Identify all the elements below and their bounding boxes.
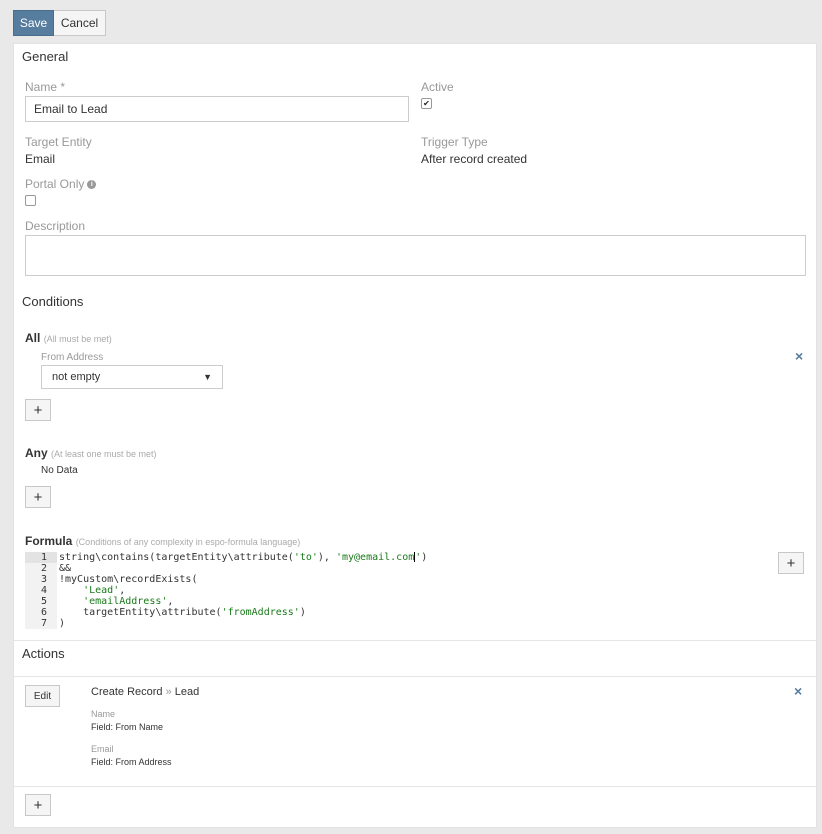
code-text: && [59, 563, 72, 574]
code-text: targetEntity\attribute('fromAddress') [59, 607, 306, 618]
trigger-type-label: Trigger Type [421, 135, 488, 149]
line-number: 4 [25, 585, 57, 596]
code-line: 1 string\contains(targetEntity\attribute(… [25, 552, 745, 563]
target-entity-label: Target Entity [25, 135, 92, 149]
code-line: 5 'emailAddress', [25, 596, 745, 607]
line-number: 3 [25, 574, 57, 585]
formula-header: Formula (Conditions of any complexity in… [25, 534, 300, 548]
action-field2-label: Email [91, 744, 114, 754]
line-number: 7 [25, 618, 57, 629]
general-title: General [22, 49, 69, 64]
action-type-label: Create Record [91, 686, 163, 698]
any-group-title: Any [25, 446, 48, 460]
name-field[interactable]: Email to Lead [25, 96, 409, 122]
description-label: Description [25, 219, 86, 233]
action-field1-label: Name [91, 709, 116, 719]
remove-condition-icon[interactable]: × [795, 348, 803, 364]
code-line: 6 targetEntity\attribute('fromAddress') [25, 607, 745, 618]
add-any-condition-button[interactable]: + [25, 486, 51, 508]
add-formula-function-button[interactable]: + [778, 552, 804, 574]
divider [14, 640, 818, 641]
action-separator: » [165, 686, 172, 698]
remove-action-icon[interactable]: × [794, 683, 802, 699]
chevron-down-icon: ▼ [203, 372, 212, 382]
add-action-button[interactable]: + [25, 794, 51, 816]
code-text: string\contains(targetEntity\attribute('… [59, 552, 428, 563]
portal-only-label: Portal Only i [25, 177, 97, 191]
portal-only-checkbox[interactable] [25, 195, 36, 206]
code-text: 'emailAddress', [83, 596, 174, 607]
description-textarea[interactable] [25, 235, 806, 276]
all-group-header: All (All must be met) [25, 331, 112, 345]
name-label: Name * [25, 80, 66, 94]
edit-action-button[interactable]: Edit [25, 685, 60, 707]
formula-hint: (Conditions of any complexity in espo-fo… [75, 537, 301, 547]
code-text: 'Lead', [83, 585, 126, 596]
action-entity-label: Lead [174, 686, 200, 698]
code-text: !myCustom\recordExists( [59, 574, 198, 585]
any-no-data: No Data [41, 465, 78, 476]
conditions-title: Conditions [22, 294, 84, 309]
code-line: 3 !myCustom\recordExists( [25, 574, 745, 585]
info-icon[interactable]: i [87, 179, 97, 189]
line-number: 1 [25, 552, 57, 563]
formula-title: Formula [25, 534, 73, 548]
active-label: Active [421, 80, 454, 94]
formula-code-editor[interactable]: 1 string\contains(targetEntity\attribute(… [25, 552, 745, 630]
line-number: 2 [25, 563, 57, 574]
action-field2-value: Field: From Address [91, 757, 172, 767]
divider [14, 676, 818, 677]
trigger-type-value: After record created [421, 152, 528, 166]
code-line: 7) [25, 618, 745, 629]
line-number: 5 [25, 596, 57, 607]
add-all-condition-button[interactable]: + [25, 399, 51, 421]
operator-selected-value: not empty [52, 371, 101, 383]
any-group-header: Any (At least one must be met) [25, 446, 157, 460]
action-title: Create Record » Lead [91, 686, 199, 698]
code-line: 2 && [25, 563, 745, 574]
workflow-panel: General Name * Email to Lead Active ✔ Ta… [13, 43, 818, 828]
portal-only-label-text: Portal Only [25, 177, 85, 191]
from-address-label: From Address [41, 352, 104, 363]
divider [14, 786, 818, 787]
toolbar: Save Cancel [13, 10, 106, 36]
actions-title: Actions [22, 646, 65, 661]
active-checkbox[interactable]: ✔ [421, 98, 432, 109]
any-group-hint: (At least one must be met) [51, 449, 157, 459]
from-address-operator-select[interactable]: not empty ▼ [41, 365, 223, 389]
code-text: ) [59, 618, 66, 629]
action-field1-value: Field: From Name [91, 722, 164, 732]
all-group-hint: (All must be met) [43, 334, 112, 344]
cancel-button[interactable]: Cancel [54, 10, 106, 36]
save-button[interactable]: Save [13, 10, 54, 36]
target-entity-value: Email [25, 152, 56, 166]
code-line: 4 'Lead', [25, 585, 745, 596]
line-number: 6 [25, 607, 57, 618]
all-group-title: All [25, 331, 41, 345]
